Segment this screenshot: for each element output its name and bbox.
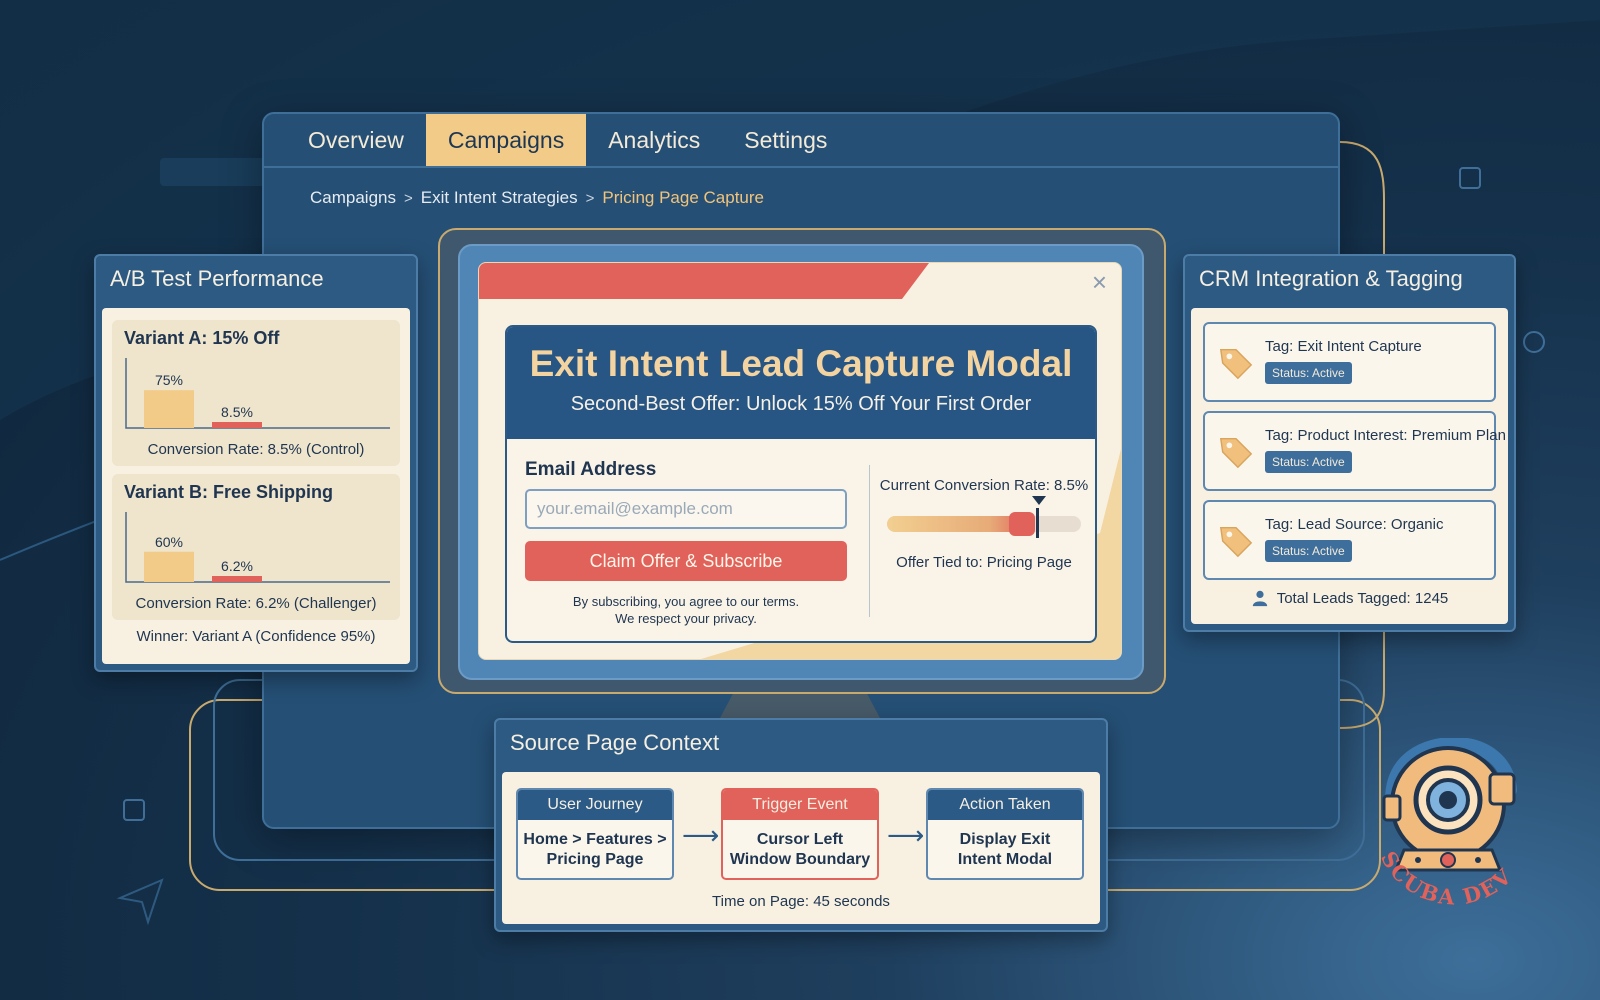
tag-icon: [1219, 526, 1253, 558]
tag-card[interactable]: Tag: Exit Intent Capture Status: Active: [1203, 322, 1496, 402]
arrow-right-icon: ⟶: [682, 820, 720, 850]
tab-overview[interactable]: Overview: [286, 114, 426, 166]
divider: [869, 465, 870, 617]
bar-label: 8.5%: [221, 404, 253, 420]
modal-card: Exit Intent Lead Capture Modal Second-Be…: [505, 325, 1097, 643]
flow-step-text: Display Exit Intent Modal: [928, 820, 1082, 870]
tag-name: Tag: Product Interest: Premium Plan: [1265, 427, 1506, 444]
crm-body: Tag: Exit Intent Capture Status: Active …: [1191, 308, 1508, 624]
variant-chart: 75% 8.5%: [125, 358, 390, 429]
bar-share: [144, 390, 194, 428]
modal-title: Exit Intent Lead Capture Modal: [529, 343, 1073, 384]
breadcrumb-current: Pricing Page Capture: [602, 188, 764, 207]
variant-title: Variant B: Free Shipping: [124, 482, 334, 502]
breadcrumb-separator: >: [585, 189, 595, 207]
flow-step-trigger-event: Trigger Event Cursor Left Window Boundar…: [721, 788, 879, 880]
time-on-page: Time on Page: 45 seconds: [712, 893, 890, 910]
ab-test-body: Variant A: 15% Off 75% 8.5% Conversion Ra…: [102, 308, 410, 664]
flow-step-line: Display Exit: [959, 831, 1051, 848]
variant-card: Variant A: 15% Off 75% 8.5% Conversion Ra…: [112, 320, 400, 466]
tag-card[interactable]: Tag: Product Interest: Premium Plan Stat…: [1203, 411, 1506, 491]
source-context-panel: Source Page Context User Journey Home > …: [494, 718, 1108, 932]
flow-step-line: Pricing Page: [546, 851, 644, 868]
conversion-rate-text: Conversion Rate: 6.2% (Challenger): [135, 595, 377, 612]
panel-title: A/B Test Performance: [110, 266, 324, 291]
variant-card: Variant B: Free Shipping 60% 6.2% Convers…: [112, 474, 400, 620]
modal-subtitle: Second-Best Offer: Unlock 15% Off Your F…: [570, 393, 1032, 415]
tab-settings[interactable]: Settings: [722, 114, 849, 166]
email-field[interactable]: [525, 489, 847, 529]
tag-icon: [1219, 348, 1253, 380]
user-icon: [1252, 590, 1267, 607]
tab-campaigns[interactable]: Campaigns: [425, 114, 587, 166]
modal-accent-bar: [479, 263, 929, 299]
flow-step-line: Window Boundary: [729, 851, 871, 868]
conversion-rate-label: Current Conversion Rate: 8.5%: [879, 477, 1089, 494]
source-context-body: User Journey Home > Features > Pricing P…: [502, 772, 1100, 924]
flow-step-action-taken: Action Taken Display Exit Intent Modal: [926, 788, 1084, 880]
flow-step-line: Cursor Left: [756, 831, 844, 848]
flow-step-line: Intent Modal: [957, 851, 1053, 868]
status-badge: Status: Active: [1265, 362, 1352, 384]
close-icon[interactable]: ×: [1092, 267, 1107, 298]
breadcrumb-item-campaigns[interactable]: Campaigns: [310, 188, 396, 208]
terms-line: By subscribing, you agree to our terms.: [572, 594, 800, 609]
exit-intent-modal: × Exit Intent Lead Capture Modal Second-…: [478, 262, 1122, 660]
privacy-line: We respect your privacy.: [615, 611, 757, 626]
breadcrumb-separator: >: [404, 189, 413, 207]
flow-step-title: Action Taken: [928, 790, 1082, 820]
offer-tied-label: Offer Tied to: Pricing Page: [896, 554, 1072, 571]
status-badge: Status: Active: [1265, 540, 1352, 562]
modal-header: Exit Intent Lead Capture Modal Second-Be…: [507, 327, 1095, 439]
monitor-stand: [720, 694, 880, 718]
conversion-slider[interactable]: [887, 496, 1081, 538]
flow-step-title: Trigger Event: [723, 790, 877, 820]
variant-title: Variant A: 15% Off: [124, 328, 280, 348]
ab-test-panel: A/B Test Performance Variant A: 15% Off …: [94, 254, 418, 672]
bar-label: 60%: [155, 534, 183, 550]
status-badge: Status: Active: [1265, 451, 1352, 473]
crm-panel: CRM Integration & Tagging Tag: Exit Inte…: [1183, 254, 1516, 632]
tag-icon: [1219, 437, 1253, 469]
tag-card[interactable]: Tag: Lead Source: Organic Status: Active: [1203, 500, 1496, 580]
email-label: Email Address: [525, 459, 657, 480]
diving-helmet-icon: SCUBA DEV: [1376, 738, 1517, 910]
terms-text: By subscribing, you agree to our terms. …: [525, 593, 847, 627]
tag-name: Tag: Lead Source: Organic: [1265, 516, 1444, 533]
signup-form: Email Address Claim Offer & Subscribe By…: [525, 459, 847, 627]
bar-conversion: [212, 576, 262, 582]
panel-title: Source Page Context: [510, 730, 720, 755]
breadcrumb-item-exit-intent-strategies[interactable]: Exit Intent Strategies: [421, 188, 578, 208]
slider-thumb[interactable]: [1009, 512, 1036, 536]
claim-offer-button[interactable]: Claim Offer & Subscribe: [525, 541, 847, 581]
bar-conversion: [212, 422, 262, 428]
conversion-widget: Current Conversion Rate: 8.5% Offer Tied…: [877, 477, 1091, 571]
panel-title: CRM Integration & Tagging: [1199, 266, 1463, 291]
arrow-right-icon: ⟶: [887, 820, 925, 850]
bar-label: 75%: [155, 372, 183, 388]
flow-step-text: Cursor Left Window Boundary: [723, 820, 877, 870]
total-leads-text: Total Leads Tagged: 1245: [1276, 589, 1449, 607]
variant-chart: 60% 6.2%: [125, 512, 390, 583]
flow-step-text: Home > Features > Pricing Page: [518, 820, 672, 870]
flow-step-title: User Journey: [518, 790, 672, 820]
marker-arrow-icon: [1032, 496, 1047, 505]
bar-share: [144, 551, 194, 582]
flow-step-line: Home > Features >: [523, 831, 667, 848]
conversion-rate-text: Conversion Rate: 8.5% (Control): [147, 441, 365, 458]
tag-name: Tag: Exit Intent Capture: [1265, 338, 1422, 355]
tab-analytics[interactable]: Analytics: [586, 114, 722, 166]
breadcrumb: Campaigns > Exit Intent Strategies > Pri…: [310, 188, 764, 208]
total-leads: Total Leads Tagged: 1245: [1203, 589, 1496, 607]
slider-marker: [1036, 508, 1040, 538]
bar-label: 6.2%: [221, 558, 253, 574]
flow-step-user-journey: User Journey Home > Features > Pricing P…: [516, 788, 674, 880]
winner-text: Winner: Variant A (Confidence 95%): [136, 628, 376, 645]
tab-bar: Overview Campaigns Analytics Settings: [264, 114, 1338, 168]
